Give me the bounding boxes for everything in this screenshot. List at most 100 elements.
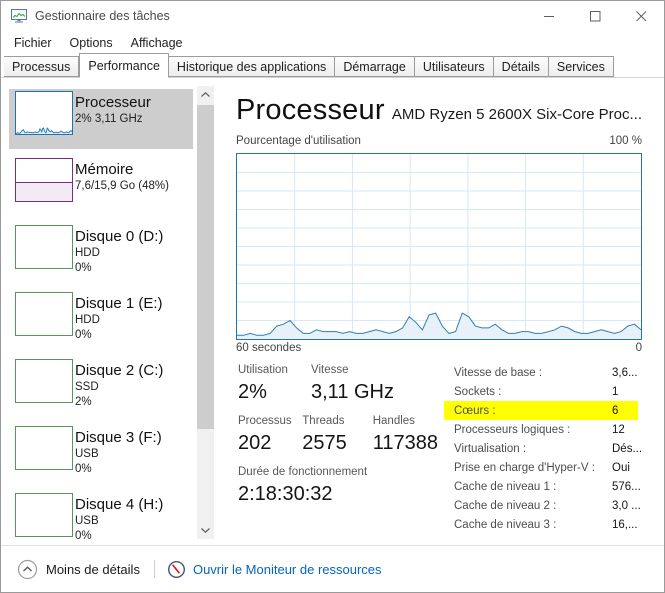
scroll-down-icon xyxy=(201,528,210,533)
resource-title: Disque 1 (E:) xyxy=(75,294,163,313)
spec-row: Sockets : 1 xyxy=(444,382,638,401)
spec-row: Prise en charge d'Hyper-V : Oui xyxy=(444,458,638,477)
tab[interactable]: Démarrage xyxy=(335,56,415,77)
spec-value: 576... xyxy=(612,481,641,493)
spec-label: Cœurs : xyxy=(454,405,496,417)
tab-strip: ProcessusPerformanceHistorique des appli… xyxy=(1,54,664,78)
cpu-stats: Utilisation 2% Vitesse 3,11 GHz Processu… xyxy=(238,363,438,516)
resource-title: Disque 3 (F:) xyxy=(75,428,162,447)
threads-label: Threads xyxy=(302,414,372,428)
resource-thumbnail xyxy=(15,292,73,336)
close-icon xyxy=(636,11,647,22)
cpu-usage-chart xyxy=(236,153,642,340)
sidebar-resource-item[interactable]: Processeur 2% 3,11 GHz xyxy=(9,89,193,149)
scroll-up-button[interactable] xyxy=(197,86,214,103)
spec-value: 3,6... xyxy=(612,367,638,379)
spec-row: Vitesse de base : 3,6... xyxy=(444,363,638,382)
cpu-sparkline xyxy=(16,92,72,134)
scrollbar-thumb[interactable] xyxy=(197,105,214,429)
sidebar-resource-item[interactable]: Disque 0 (D:) HDD 0% xyxy=(9,223,193,283)
resource-detail-2: 2% xyxy=(75,395,163,410)
spec-label: Processeurs logiques : xyxy=(454,424,570,436)
spec-label: Prise en charge d'Hyper-V : xyxy=(454,462,595,474)
processus-value: 202 xyxy=(238,431,302,456)
resource-title: Disque 0 (D:) xyxy=(75,227,163,246)
resource-thumbnail xyxy=(15,426,73,470)
menu-item[interactable]: Options xyxy=(61,33,122,53)
resource-detail-1: USB xyxy=(75,514,163,529)
sidebar-resource-item[interactable]: Disque 1 (E:) HDD 0% xyxy=(9,290,193,350)
close-button[interactable] xyxy=(618,1,664,31)
resource-title: Mémoire xyxy=(75,160,169,179)
resource-thumbnail xyxy=(15,91,73,135)
resource-detail-2: 0% xyxy=(75,328,163,343)
spec-label: Vitesse de base : xyxy=(454,367,542,379)
resource-detail-2: 0% xyxy=(75,529,163,544)
titlebar: Gestionnaire des tâches xyxy=(1,1,664,31)
uptime-label: Durée de fonctionnement xyxy=(238,465,367,479)
minimize-icon xyxy=(544,11,555,22)
tab[interactable]: Détails xyxy=(494,56,549,77)
window-title: Gestionnaire des tâches xyxy=(35,9,170,23)
menu-item[interactable]: Affichage xyxy=(122,33,192,53)
resource-sidebar: Processeur 2% 3,11 GHz Mémoire 7,6/15,9 … xyxy=(9,89,193,558)
tab[interactable]: Processus xyxy=(4,56,79,77)
chart-xmin-label: 60 secondes xyxy=(236,342,301,354)
tab[interactable]: Performance xyxy=(79,53,169,78)
spec-value: 12 xyxy=(612,424,625,436)
minimize-button[interactable] xyxy=(526,1,572,31)
tab[interactable]: Utilisateurs xyxy=(415,56,494,77)
uptime-value: 2:18:30:32 xyxy=(238,482,367,507)
footer-bar: Moins de détails Ouvrir le Moniteur de r… xyxy=(1,545,665,592)
less-details-button[interactable]: Moins de détails xyxy=(17,559,140,580)
resource-thumbnail xyxy=(15,225,73,269)
menu-item[interactable]: Fichier xyxy=(5,33,61,53)
sidebar-resource-item[interactable]: Disque 2 (C:) SSD 2% xyxy=(9,357,193,417)
resource-monitor-label: Ouvrir le Moniteur de ressources xyxy=(193,562,382,577)
spec-label: Cache de niveau 2 : xyxy=(454,500,556,512)
resource-thumbnail xyxy=(15,158,73,202)
resource-detail-2: 0% xyxy=(75,462,162,477)
open-resource-monitor-link[interactable]: Ouvrir le Moniteur de ressources xyxy=(167,560,382,579)
maximize-icon xyxy=(590,11,601,22)
resource-detail-2: 0% xyxy=(75,261,163,276)
resource-title: Processeur xyxy=(75,93,151,112)
sidebar-resource-item[interactable]: Disque 4 (H:) USB 0% xyxy=(9,491,193,551)
resource-detail-1: HDD xyxy=(75,246,163,261)
resource-title: Disque 2 (C:) xyxy=(75,361,163,380)
utilisation-value: 2% xyxy=(238,380,311,405)
scroll-up-icon xyxy=(201,92,210,97)
resource-thumbnail xyxy=(15,359,73,403)
sidebar-scrollbar[interactable] xyxy=(197,86,214,539)
sidebar-resource-item[interactable]: Mémoire 7,6/15,9 Go (48%) xyxy=(9,156,193,216)
page-title: Processeur xyxy=(236,94,385,127)
tab[interactable]: Historique des applications xyxy=(169,56,335,77)
resource-detail-1: 2% 3,11 GHz xyxy=(75,112,151,127)
scroll-down-button[interactable] xyxy=(197,522,214,539)
spec-label: Cache de niveau 3 : xyxy=(454,519,556,531)
tab[interactable]: Services xyxy=(549,56,614,77)
chart-ylabel: Pourcentage d'utilisation xyxy=(236,135,361,147)
chart-xmax-label: 0 xyxy=(636,342,642,354)
resource-detail-1: USB xyxy=(75,447,162,462)
footer-divider xyxy=(154,560,155,578)
spec-value: Dés... xyxy=(612,443,642,455)
spec-row: Cache de niveau 3 : 16,... xyxy=(444,515,638,534)
spec-row: Cache de niveau 1 : 576... xyxy=(444,477,638,496)
resource-monitor-icon xyxy=(167,560,186,579)
spec-row: Processeurs logiques : 12 xyxy=(444,420,638,439)
maximize-button[interactable] xyxy=(572,1,618,31)
task-manager-window: Gestionnaire des tâches FichierOptionsAf… xyxy=(0,0,665,593)
spec-value: 6 xyxy=(612,405,618,417)
sidebar-resource-item[interactable]: Disque 3 (F:) USB 0% xyxy=(9,424,193,484)
resource-thumbnail xyxy=(15,493,73,537)
cpu-model-name: AMD Ryzen 5 2600X Six-Core Proc... xyxy=(392,106,642,123)
spec-label: Cache de niveau 1 : xyxy=(454,481,556,493)
spec-value: Oui xyxy=(612,462,630,474)
task-manager-app-icon xyxy=(11,8,28,24)
less-details-label: Moins de détails xyxy=(46,562,140,577)
spec-value: 1 xyxy=(612,386,618,398)
processus-label: Processus xyxy=(238,414,302,428)
vitesse-label: Vitesse xyxy=(311,363,391,377)
cpu-detail-pane: Processeur AMD Ryzen 5 2600X Six-Core Pr… xyxy=(236,79,656,547)
